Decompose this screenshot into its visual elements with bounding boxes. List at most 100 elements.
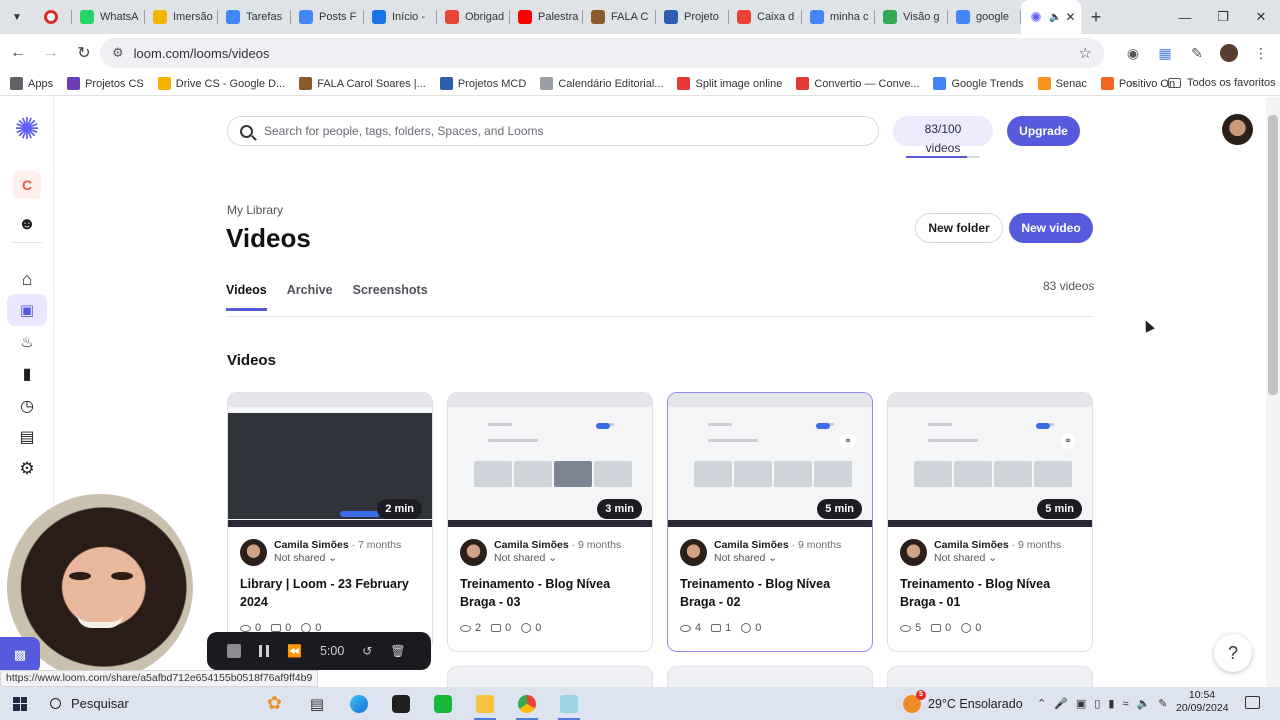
bookmark-item[interactable]: Google Trends [933, 77, 1024, 90]
address-bar[interactable]: ⚙ loom.com/looms/videos ☆ [100, 38, 1104, 68]
camera-status-icon[interactable]: ▣ [1076, 697, 1086, 710]
tab-search-chevron-icon[interactable]: ▼ [0, 0, 34, 34]
user-avatar[interactable] [1222, 114, 1253, 145]
reload-button[interactable]: ↻ [69, 38, 99, 68]
video-thumbnail[interactable]: ⚭ 5 min [888, 393, 1092, 527]
taskbar-clock[interactable]: 10:54 20/09/2024 [1176, 689, 1229, 715]
gift-icon[interactable]: ▤ [7, 421, 47, 453]
sharing-dropdown[interactable]: Not shared ⌄ [714, 552, 841, 565]
start-button[interactable] [0, 687, 40, 720]
library-icon[interactable]: ▣ [7, 294, 47, 326]
show-hidden-icons-icon[interactable]: ⌃ [1037, 697, 1046, 710]
breadcrumb[interactable]: My Library [227, 203, 283, 217]
delete-recording-icon[interactable]: 🗑 [390, 644, 405, 658]
extensions-icon[interactable]: ✎ [1184, 38, 1210, 68]
history-clock-icon[interactable]: ◷ [7, 390, 47, 422]
capcut-icon[interactable] [380, 687, 422, 720]
bookmark-item[interactable]: Projetos MCD [439, 77, 526, 90]
browser-tab[interactable]: Tarefas [218, 0, 291, 34]
home-icon[interactable]: ⌂ [7, 263, 47, 295]
file-explorer-icon[interactable] [464, 687, 506, 720]
bookmark-item[interactable]: Calendário Editorial... [540, 77, 663, 90]
bookmark-item[interactable]: Convertio — Conve... [796, 77, 919, 90]
bookmark-item[interactable]: Drive CS - Google D... [157, 77, 285, 90]
tab-recording[interactable] [34, 0, 72, 34]
browser-tab[interactable]: minha c [802, 0, 875, 34]
microphone-icon[interactable]: 🎤 [1054, 697, 1068, 710]
loom-logo-icon[interactable]: ✺ [7, 113, 47, 146]
new-tab-button[interactable]: + [1081, 0, 1111, 34]
new-folder-button[interactable]: New folder [915, 213, 1003, 243]
forward-button[interactable]: → [36, 38, 66, 68]
restart-icon[interactable]: ↺ [362, 644, 372, 658]
link-icon[interactable]: ⚭ [840, 433, 856, 449]
browser-tab[interactable]: Início - [364, 0, 437, 34]
browser-tab[interactable]: WhatsA [72, 0, 145, 34]
bookmark-item[interactable]: FALA Carol Soares |... [299, 77, 426, 90]
battery-icon[interactable]: ▮ [1108, 697, 1114, 710]
link-icon[interactable]: ⚭ [1060, 433, 1076, 449]
bookmark-item[interactable]: Projetos CS [67, 77, 144, 90]
site-info-icon[interactable]: ⚙ [112, 45, 124, 61]
all-bookmarks[interactable]: Todos os favoritos [1168, 77, 1276, 89]
browser-menu-icon[interactable]: ⋮ [1248, 38, 1274, 68]
help-button[interactable]: ? [1214, 634, 1252, 672]
video-card[interactable]: 3 min Camila Simões · 9 months Not shared … [447, 392, 653, 652]
video-thumbnail[interactable]: 2 min [228, 393, 432, 527]
close-tab-icon[interactable]: ✕ [1065, 10, 1075, 24]
scrollbar-thumb[interactable] [1268, 115, 1278, 395]
sharing-dropdown[interactable]: Not shared ⌄ [934, 552, 1061, 565]
video-card[interactable]: ⚭ 5 min Camila Simões · 9 months Not shared… [667, 392, 873, 652]
video-title[interactable]: Treinamento - Blog Nívea Braga - 02 [680, 575, 864, 611]
bookmark-icon[interactable]: ▮ [7, 358, 47, 390]
browser-tab[interactable]: Visão g [875, 0, 948, 34]
video-thumbnail[interactable]: 3 min [448, 393, 652, 527]
browser-tab[interactable]: Posts F [291, 0, 364, 34]
video-title[interactable]: Treinamento - Blog Nívea Braga - 03 [460, 575, 644, 611]
rewind-icon[interactable]: ⏪ [287, 644, 302, 658]
browser-tab[interactable]: Projeto [656, 0, 729, 34]
tab-videos[interactable]: Videos [226, 283, 267, 311]
workspace-switcher[interactable]: C [7, 169, 47, 201]
browser-tab[interactable]: google [948, 0, 1021, 34]
close-window-button[interactable]: ✕ [1242, 0, 1280, 34]
taskbar-search[interactable]: Pesquisar ✿ [40, 687, 296, 720]
video-card[interactable]: 2 min Camila Simões · 7 months Not shared … [227, 392, 433, 652]
browser-tab[interactable]: FALA C [583, 0, 656, 34]
video-title[interactable]: Treinamento - Blog Nívea Braga - 01 [900, 575, 1084, 611]
browser-tab[interactable]: Obrigad [437, 0, 510, 34]
upgrade-button[interactable]: Upgrade [1007, 116, 1080, 146]
minimize-button[interactable]: — [1166, 0, 1204, 34]
phone-link-icon[interactable]: ▯ [1094, 697, 1100, 710]
people-icon[interactable]: ☻ [7, 208, 47, 240]
back-button[interactable]: ← [3, 38, 33, 68]
phone-app-icon[interactable] [422, 687, 464, 720]
new-video-button[interactable]: New video [1009, 213, 1093, 243]
browser-tab[interactable]: Imersão [145, 0, 218, 34]
pen-icon[interactable]: ✎ [1158, 697, 1167, 710]
maximize-button[interactable]: ❐ [1204, 0, 1242, 34]
settings-gear-icon[interactable]: ⚙ [7, 453, 47, 485]
tab-loom-active[interactable]: ✺ 🔈 ✕ [1021, 0, 1081, 34]
browser-tab[interactable]: Palestra [510, 0, 583, 34]
volume-icon[interactable]: 🔈 [1137, 697, 1151, 710]
bookmark-item[interactable]: Positivo On [1100, 77, 1175, 90]
profile-avatar[interactable] [1216, 38, 1242, 68]
notifications-bell-icon[interactable]: ♨ [7, 326, 47, 358]
video-thumbnail[interactable]: ⚭ 5 min [668, 393, 872, 527]
sharing-dropdown[interactable]: Not shared ⌄ [494, 552, 621, 565]
more-bookmarks-icon[interactable]: » [1129, 76, 1136, 90]
translate-icon[interactable]: ▦ [1152, 38, 1178, 68]
video-card[interactable]: ⚭ 5 min Camila Simões · 9 months Not shared… [887, 392, 1093, 652]
browser-tab[interactable]: Caixa d [729, 0, 802, 34]
wifi-icon[interactable]: ≈ [1122, 698, 1128, 710]
pause-recording-button[interactable] [259, 645, 269, 657]
tab-screenshots[interactable]: Screenshots [353, 283, 428, 311]
weather-widget[interactable]: 5 29°C Ensolarado [903, 687, 1023, 720]
video-title[interactable]: Library | Loom - 23 February 2024 [240, 575, 424, 611]
camera-icon[interactable]: ◉ [1120, 38, 1146, 68]
loom-search-input[interactable]: Search for people, tags, folders, Spaces… [227, 116, 879, 146]
stop-recording-button[interactable] [227, 644, 241, 658]
tab-archive[interactable]: Archive [287, 283, 333, 311]
loom-app-icon[interactable] [548, 687, 590, 720]
